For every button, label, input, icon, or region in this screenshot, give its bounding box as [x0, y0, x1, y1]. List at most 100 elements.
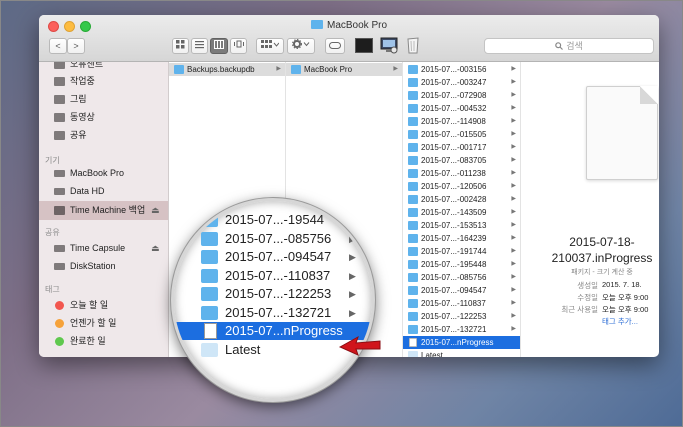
- sidebar-item-diskstation[interactable]: DiskStation: [39, 258, 168, 275]
- list-item-label: 2015-07...-110837: [421, 299, 486, 308]
- list-item-label: 2015-07...-011238: [421, 169, 486, 178]
- folder-icon: [408, 234, 418, 243]
- list-view-button[interactable]: [191, 38, 208, 54]
- chevron-right-icon: ▶: [349, 270, 356, 281]
- folder-icon: [201, 213, 218, 227]
- tag-icon: [329, 42, 341, 49]
- sidebar-item-shared-folder[interactable]: 공유: [39, 127, 168, 144]
- tags-button[interactable]: [325, 38, 345, 54]
- list-item[interactable]: 2015-07...-120506 ▶: [403, 180, 520, 193]
- list-item[interactable]: Backups.backupdb ▶: [169, 63, 285, 76]
- arrange-button[interactable]: [256, 38, 284, 54]
- list-item[interactable]: 2015-07...-132721 ▶: [403, 323, 520, 336]
- alias-folder-icon: [408, 351, 418, 357]
- list-item-label: 2015-07...-003156: [421, 65, 487, 74]
- sidebar-item-label: DiskStation: [70, 261, 116, 271]
- window-title: MacBook Pro: [39, 20, 659, 31]
- forward-button[interactable]: >: [67, 38, 85, 54]
- network-drive-icon: [54, 263, 65, 270]
- folder-icon: [54, 77, 65, 86]
- sidebar-item-pictures[interactable]: 그림: [39, 91, 168, 108]
- sidebar-item-label: 오퓨센트: [70, 62, 104, 69]
- list-item[interactable]: 2015-07...-015505 ▶: [403, 128, 520, 141]
- chevron-right-icon: ▶: [511, 118, 516, 124]
- cover-flow-button[interactable]: [230, 38, 247, 54]
- magnified-item-label: Latest: [225, 341, 261, 357]
- list-item[interactable]: 2015-07...-122253 ▶: [403, 310, 520, 323]
- list-item[interactable]: 2015-07...-153513 ▶: [403, 219, 520, 232]
- list-item[interactable]: MacBook Pro ▶: [286, 63, 402, 76]
- list-item[interactable]: 2015-07...-114908 ▶: [403, 115, 520, 128]
- action-button[interactable]: [287, 38, 315, 54]
- document-icon: [54, 62, 65, 69]
- document-icon: [409, 338, 417, 347]
- sidebar-item-label: Time Machine 백업: [70, 205, 146, 215]
- list-item[interactable]: 2015-07...-001717 ▶: [403, 141, 520, 154]
- eject-icon[interactable]: ⏏: [151, 201, 160, 220]
- chevron-right-icon: ▶: [511, 196, 516, 202]
- list-item-label: 2015-07...-004532: [421, 104, 487, 113]
- list-item-label: 2015-07...-143509: [421, 208, 487, 217]
- list-item[interactable]: 2015-07...-085756 ▶: [403, 271, 520, 284]
- list-view-icon: [195, 41, 204, 49]
- list-item-label: 2015-07...-072908: [421, 91, 487, 100]
- chevron-right-icon: ▶: [511, 209, 516, 215]
- last-opened-value: 오늘 오후 9:00: [602, 305, 649, 314]
- folder-icon: [310, 20, 323, 29]
- terminal-icon[interactable]: [355, 38, 373, 53]
- magnified-list-item: 2015-07...-122253 ▶: [174, 285, 372, 303]
- pointer-arrow-icon: [338, 335, 381, 356]
- sidebar-item-recents[interactable]: 오퓨센트: [39, 62, 168, 73]
- sidebar-item-tag-someday[interactable]: 언젠가 할 일: [39, 315, 168, 332]
- magnified-list-item: 2015-07...-132721 ▶: [174, 304, 372, 322]
- cover-flow-icon: [233, 40, 244, 48]
- magnifier-callout: 2015-07...-19544 ▶ 2015-07...-085756 ▶ 2015-…: [171, 198, 375, 402]
- eject-icon[interactable]: ⏏: [151, 240, 160, 257]
- sidebar-item-working[interactable]: 작업중: [39, 73, 168, 90]
- list-item[interactable]: 2015-07...-191744 ▶: [403, 245, 520, 258]
- sidebar-item-time-machine[interactable]: Time Machine 백업 ⏏: [39, 201, 168, 220]
- column-view-button[interactable]: [210, 38, 228, 54]
- chevron-right-icon: ▶: [511, 326, 516, 332]
- list-item[interactable]: 2015-07...-003247 ▶: [403, 76, 520, 89]
- list-item[interactable]: 2015-07...-195448 ▶: [403, 258, 520, 271]
- chevron-right-icon: ▶: [511, 66, 516, 72]
- list-item[interactable]: 2015-07...-002428 ▶: [403, 193, 520, 206]
- column-view-icon: [214, 40, 224, 49]
- list-item[interactable]: 2015-07...-011238 ▶: [403, 167, 520, 180]
- list-item[interactable]: 2015-07...-164239 ▶: [403, 232, 520, 245]
- list-item[interactable]: 2015-07...-003156 ▶: [403, 63, 520, 76]
- sidebar-item-data-hd[interactable]: Data HD: [39, 183, 168, 200]
- tag-dot-icon: [55, 301, 64, 310]
- list-item-label: 2015-07...-114908: [421, 117, 486, 126]
- sidebar-item-time-capsule[interactable]: Time Capsule ⏏: [39, 240, 168, 257]
- list-item[interactable]: 2015-07...-083705 ▶: [403, 154, 520, 167]
- folder-icon: [54, 113, 65, 122]
- list-item[interactable]: 2015-07...-094547 ▶: [403, 284, 520, 297]
- list-item[interactable]: Latest: [403, 349, 520, 357]
- column-3: 2015-07...-003156 ▶ 2015-07...-003247 ▶ 2015…: [403, 62, 521, 357]
- sidebar-item-movies[interactable]: 동영상: [39, 109, 168, 126]
- sidebar-item-tag-done[interactable]: 완료한 일: [39, 333, 168, 350]
- list-item-label: 2015-07...-164239: [421, 234, 487, 243]
- icon-view-button[interactable]: [172, 38, 189, 54]
- list-item[interactable]: 2015-07...nProgress: [403, 336, 520, 349]
- list-item[interactable]: 2015-07...-072908 ▶: [403, 89, 520, 102]
- sidebar-item-tag-today[interactable]: 오늘 할 일: [39, 297, 168, 314]
- chevron-right-icon: ▶: [511, 274, 516, 280]
- search-placeholder: 검색: [566, 41, 583, 51]
- add-tags-link[interactable]: 태그 추가...: [602, 316, 638, 327]
- trash-icon[interactable]: [405, 37, 421, 54]
- chevron-right-icon: ▶: [511, 157, 516, 163]
- chevron-right-icon: ▶: [349, 289, 356, 299]
- list-item-label: MacBook Pro: [304, 65, 353, 74]
- list-item[interactable]: 2015-07...-143509 ▶: [403, 206, 520, 219]
- preview-kind: 패키지 - 크기 계산 중: [571, 269, 633, 276]
- search-input[interactable]: 검색: [484, 38, 654, 54]
- sidebar-item-macbook[interactable]: MacBook Pro: [39, 165, 168, 182]
- back-button[interactable]: <: [49, 38, 67, 54]
- list-item-label: 2015-07...-085756: [421, 273, 487, 282]
- list-item[interactable]: 2015-07...-004532 ▶: [403, 102, 520, 115]
- list-item[interactable]: 2015-07...-110837 ▶: [403, 297, 520, 310]
- app-toolbar-icon[interactable]: [380, 37, 398, 54]
